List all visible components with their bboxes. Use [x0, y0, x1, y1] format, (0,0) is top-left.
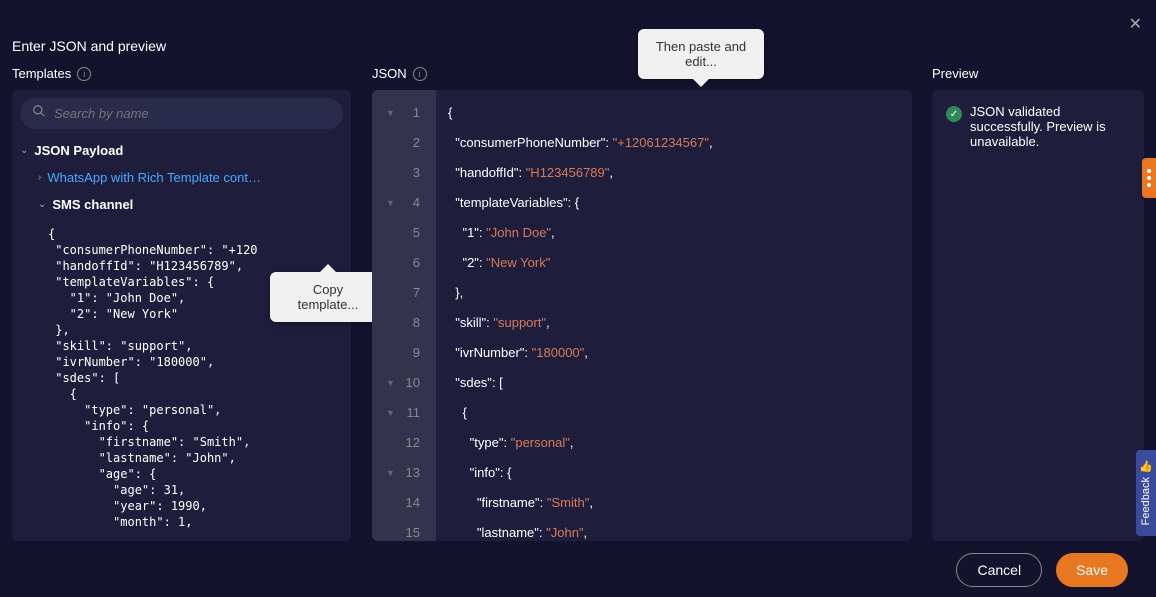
line-number: 3	[372, 158, 436, 188]
tooltip-copy: Copy template...	[270, 272, 386, 322]
line-number: 5	[372, 218, 436, 248]
side-handle[interactable]	[1142, 158, 1156, 198]
line-number: 13▼	[372, 458, 436, 488]
line-number: 2	[372, 128, 436, 158]
chevron-down-icon: ⌄	[38, 199, 46, 210]
line-number: 11▼	[372, 398, 436, 428]
line-number: 7	[372, 278, 436, 308]
feedback-label: Feedback	[1140, 477, 1152, 525]
json-editor[interactable]: 1▼234▼5678910▼11▼1213▼1415 { "consumerPh…	[372, 90, 912, 541]
preview-header-label: Preview	[932, 66, 978, 81]
json-header: JSON i	[372, 66, 427, 81]
code-line[interactable]: "info": {	[448, 458, 912, 488]
feedback-tab[interactable]: 👍 Feedback	[1136, 450, 1156, 536]
fold-icon[interactable]: ▼	[386, 368, 395, 398]
templates-header-label: Templates	[12, 66, 71, 81]
fold-icon[interactable]: ▼	[386, 398, 395, 428]
code-line[interactable]: "ivrNumber": "180000",	[448, 338, 912, 368]
fold-icon[interactable]: ▼	[386, 188, 395, 218]
editor-code[interactable]: { "consumerPhoneNumber": "+12061234567",…	[436, 90, 912, 541]
info-icon[interactable]: i	[77, 67, 91, 81]
search-icon	[32, 104, 46, 123]
cancel-button[interactable]: Cancel	[956, 553, 1042, 587]
code-line[interactable]: "sdes": [	[448, 368, 912, 398]
line-number: 8	[372, 308, 436, 338]
preview-message: JSON validated successfully. Preview is …	[970, 104, 1130, 149]
line-number: 1▼	[372, 98, 436, 128]
fold-icon[interactable]: ▼	[386, 98, 395, 128]
templates-header: Templates i	[12, 66, 91, 81]
tree-node-label: JSON Payload	[34, 143, 123, 158]
line-number: 10▼	[372, 368, 436, 398]
json-header-label: JSON	[372, 66, 407, 81]
tree-node-sms[interactable]: ⌄ SMS channel	[20, 191, 343, 218]
template-tree: ⌄ JSON Payload › WhatsApp with Rich Temp…	[12, 137, 351, 538]
thumbs-up-icon: 👍	[1139, 460, 1153, 473]
check-icon: ✓	[946, 106, 962, 122]
chevron-down-icon: ⌄	[20, 145, 28, 156]
tooltip-paste: Then paste and edit...	[638, 29, 764, 79]
search-input[interactable]	[54, 106, 331, 121]
code-line[interactable]: {	[448, 98, 912, 128]
code-line[interactable]: "1": "John Doe",	[448, 218, 912, 248]
code-line[interactable]: "firstname": "Smith",	[448, 488, 912, 518]
info-icon[interactable]: i	[413, 67, 427, 81]
search-box[interactable]	[20, 98, 343, 129]
fold-icon[interactable]: ▼	[386, 458, 395, 488]
preview-header: Preview	[932, 66, 978, 81]
tree-node-label: WhatsApp with Rich Template cont…	[47, 170, 261, 185]
line-number: 14	[372, 488, 436, 518]
preview-panel: ✓ JSON validated successfully. Preview i…	[932, 90, 1144, 541]
tree-node-json-payload[interactable]: ⌄ JSON Payload	[20, 137, 343, 164]
line-number: 9	[372, 338, 436, 368]
code-line[interactable]: "skill": "support",	[448, 308, 912, 338]
dialog-buttons: Cancel Save	[956, 553, 1128, 587]
tree-node-whatsapp[interactable]: › WhatsApp with Rich Template cont…	[20, 164, 343, 191]
line-number: 15	[372, 518, 436, 541]
dialog-title: Enter JSON and preview	[12, 38, 166, 54]
chevron-right-icon: ›	[38, 172, 41, 183]
tree-node-label: SMS channel	[52, 197, 133, 212]
code-line[interactable]: "2": "New York"	[448, 248, 912, 278]
close-icon[interactable]: ✕	[1129, 14, 1142, 34]
template-code-preview: { "consumerPhoneNumber": "+120 "handoffI…	[20, 218, 343, 530]
code-line[interactable]: "lastname": "John",	[448, 518, 912, 541]
line-number: 12	[372, 428, 436, 458]
code-line[interactable]: "type": "personal",	[448, 428, 912, 458]
code-line[interactable]: "handoffId": "H123456789",	[448, 158, 912, 188]
save-button[interactable]: Save	[1056, 553, 1128, 587]
code-line[interactable]: "consumerPhoneNumber": "+12061234567",	[448, 128, 912, 158]
code-line[interactable]: "templateVariables": {	[448, 188, 912, 218]
line-number: 6	[372, 248, 436, 278]
code-line[interactable]: },	[448, 278, 912, 308]
line-number: 4▼	[372, 188, 436, 218]
code-line[interactable]: {	[448, 398, 912, 428]
editor-gutter: 1▼234▼5678910▼11▼1213▼1415	[372, 90, 436, 541]
